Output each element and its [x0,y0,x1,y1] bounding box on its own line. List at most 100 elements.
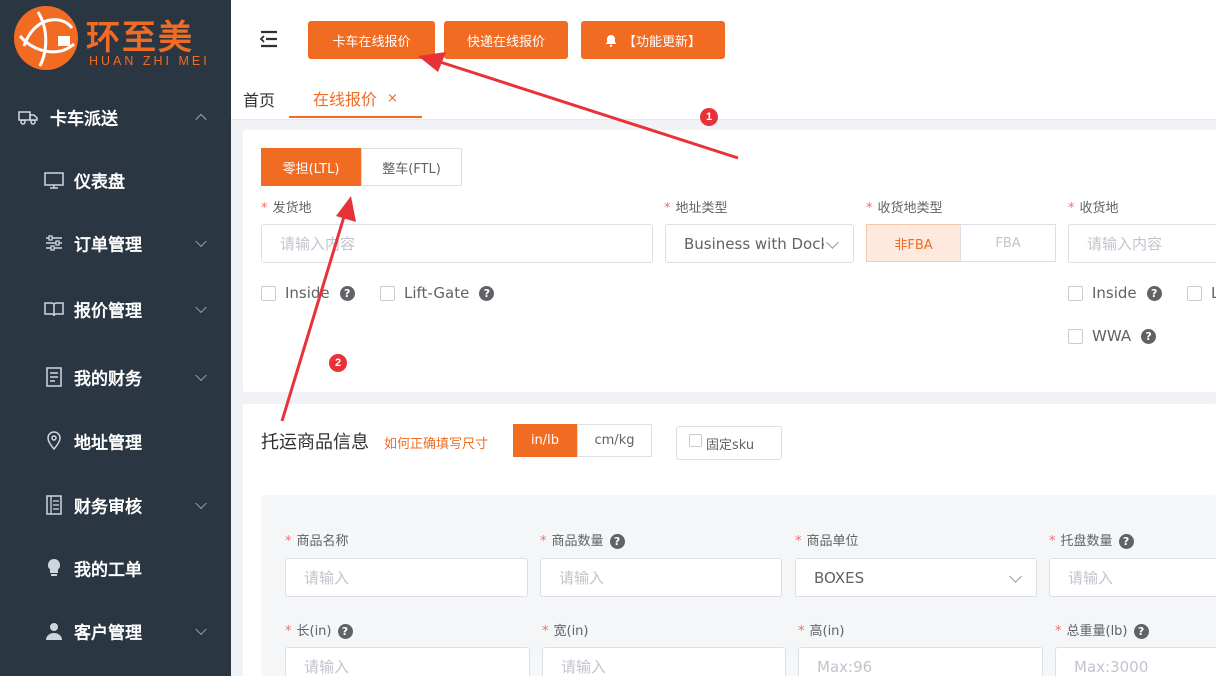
tab-label: 在线报价 [313,90,378,109]
sidebar-item-finance-review[interactable]: 财务审核 [0,480,231,530]
dest-wwa-checkbox[interactable]: WWA ? [1068,327,1157,345]
close-icon[interactable]: × [387,91,398,106]
checkbox-box [1187,285,1202,301]
width-label: * 宽(in) [542,624,589,639]
document-icon [46,367,62,387]
help-icon[interactable]: ? [1133,624,1149,639]
chevron-down-icon [1009,570,1022,583]
annotation-badge-1: 1 [700,108,718,126]
goods-section-title: 托运商品信息 [261,432,369,453]
feature-update-button[interactable]: 【功能更新】 [581,21,725,59]
origin-liftgate-checkbox[interactable]: Lift-Gate ? [380,284,495,302]
sidebar-group-truck[interactable]: 卡车派送 [0,92,231,142]
mode-ltl-button[interactable]: 零担(LTL) [261,148,361,186]
sidebar: 环至美 HUAN ZHI MEI 卡车派送 仪表盘 订单管理 报价管理 我的财务… [0,0,231,676]
tab-home[interactable]: 首页 [243,80,275,118]
sidebar-group-label: 卡车派送 [50,109,118,130]
sidebar-item-address[interactable]: 地址管理 [0,416,231,466]
sidebar-item-dashboard[interactable]: 仪表盘 [0,155,231,205]
origin-inside-checkbox[interactable]: Inside ? [261,284,355,302]
chevron-down-icon [195,623,207,636]
monitor-icon [44,172,64,189]
total-weight-input[interactable]: Max:3000 [1055,647,1216,676]
goods-unit-label: * 商品单位 [795,534,859,549]
tab-online-quote[interactable]: 在线报价 × [289,80,422,118]
help-icon[interactable]: ? [339,285,355,301]
dest-liftgate-checkbox[interactable]: L [1187,284,1216,302]
top-header: 卡车在线报价 快递在线报价 【功能更新】 [231,0,1216,80]
globe-logo-icon [14,6,78,70]
checkbox-box [1068,328,1083,344]
truck-icon [18,111,38,125]
ledger-icon [46,495,62,515]
user-icon [46,623,62,640]
length-label: * 长(in)? [285,620,353,639]
sidebar-item-label: 报价管理 [74,301,142,322]
checkbox-box [1068,285,1083,301]
sidebar-item-finance[interactable]: 我的财务 [0,352,231,402]
location-pin-icon [47,431,61,451]
sidebar-item-label: 订单管理 [74,235,142,256]
sliders-icon [46,235,62,251]
height-label: * 高(in) [798,624,845,639]
bell-icon [605,34,617,47]
address-type-value: Business with Dock [684,234,824,253]
goods-unit-value: BOXES [814,568,865,587]
length-input[interactable]: 请输入 [285,647,530,676]
express-quote-button[interactable]: 快递在线报价 [444,21,568,59]
dest-type-fba-option[interactable]: FBA [960,224,1056,262]
truck-quote-button[interactable]: 卡车在线报价 [308,21,435,59]
sidebar-item-label: 仪表盘 [74,172,125,193]
goods-name-input[interactable]: 请输入 [285,558,528,597]
sidebar-item-customers[interactable]: 客户管理 [0,606,231,656]
dest-type-label: * 收货地类型 [866,201,943,216]
brand-subtitle: HUAN ZHI MEI [89,54,210,68]
dest-type-nonfba-option[interactable]: 非FBA [866,224,961,262]
help-icon[interactable]: ? [1146,285,1162,301]
sidebar-item-quotes[interactable]: 报价管理 [0,284,231,334]
tabs-bar: 首页 在线报价 × [231,80,1216,120]
annotation-badge-2: 2 [329,354,347,372]
brand-logo[interactable]: 环至美 HUAN ZHI MEI [12,6,222,76]
checkbox-box [380,285,395,301]
total-weight-label: * 总重量(lb)? [1055,620,1149,639]
unit-inlb-button[interactable]: in/lb [513,424,577,457]
feature-update-label: 【功能更新】 [622,34,701,50]
help-icon[interactable]: ? [609,534,625,549]
unit-cmkg-button[interactable]: cm/kg [577,424,652,457]
address-type-select[interactable]: Business with Dock [665,224,854,263]
fixed-sku-checkbox[interactable]: 固定sku [676,426,782,460]
sidebar-item-orders[interactable]: 订单管理 [0,218,231,268]
destination-label: * 收货地 [1068,201,1119,216]
goods-qty-input[interactable]: 请输入 [540,558,782,597]
mode-ftl-button[interactable]: 整车(FTL) [361,148,462,186]
help-icon[interactable]: ? [1141,328,1157,344]
pallet-qty-input[interactable]: 请输入 [1049,558,1216,597]
checkbox-box [261,285,276,301]
book-icon [44,302,64,317]
sidebar-item-tickets[interactable]: 我的工单 [0,543,231,593]
sidebar-item-label: 我的工单 [74,560,142,581]
help-icon[interactable]: ? [1118,534,1134,549]
chevron-up-icon [195,113,207,126]
width-input[interactable]: 请输入 [542,647,786,676]
goods-qty-label: * 商品数量? [540,530,625,549]
help-icon[interactable]: ? [479,285,495,301]
origin-input[interactable]: 请输入内容 [261,224,653,263]
chevron-down-icon [195,497,207,510]
tab-label: 首页 [243,91,276,110]
menu-collapse-icon[interactable] [259,30,279,48]
sidebar-item-label: 地址管理 [74,433,142,454]
address-type-label: * 地址类型 [664,201,728,216]
help-icon[interactable]: ? [337,624,353,639]
sidebar-item-label: 我的财务 [74,369,142,390]
checkbox-box [689,433,702,447]
destination-input[interactable]: 请输入内容 [1068,224,1216,263]
dest-inside-checkbox[interactable]: Inside ? [1068,284,1162,302]
goods-unit-select[interactable]: BOXES [795,558,1037,597]
size-help-link[interactable]: 如何正确填写尺寸 [384,433,488,452]
chevron-down-icon [195,235,207,248]
chevron-down-icon [195,301,207,314]
height-input[interactable]: Max:96 [798,647,1043,676]
sidebar-item-label: 财务审核 [74,497,142,518]
